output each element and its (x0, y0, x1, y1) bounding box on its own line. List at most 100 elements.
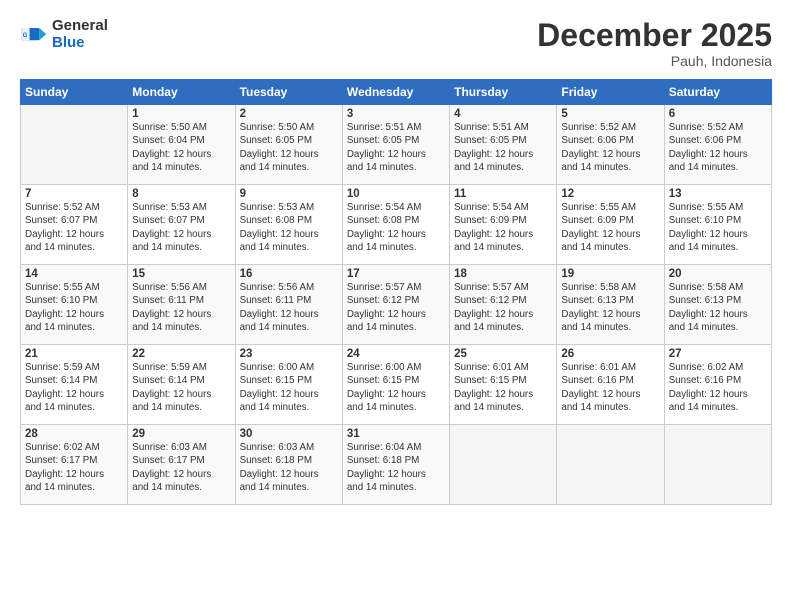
day-info: Sunrise: 5:53 AM Sunset: 6:08 PM Dayligh… (240, 201, 338, 254)
calendar-week-row: 7Sunrise: 5:52 AM Sunset: 6:07 PM Daylig… (21, 185, 772, 265)
title-block: December 2025 Pauh, Indonesia (537, 18, 772, 69)
logo-blue: Blue (52, 35, 108, 52)
location: Pauh, Indonesia (537, 53, 772, 69)
page-header: G General Blue December 2025 Pauh, Indon… (20, 18, 772, 69)
day-number: 14 (25, 268, 123, 280)
table-row: 30Sunrise: 6:03 AM Sunset: 6:18 PM Dayli… (235, 425, 342, 505)
day-number: 12 (561, 188, 659, 200)
table-row: 13Sunrise: 5:55 AM Sunset: 6:10 PM Dayli… (664, 185, 771, 265)
table-row: 26Sunrise: 6:01 AM Sunset: 6:16 PM Dayli… (557, 345, 664, 425)
table-row: 6Sunrise: 5:52 AM Sunset: 6:06 PM Daylig… (664, 105, 771, 185)
logo-general: General (52, 18, 108, 35)
day-number: 1 (132, 108, 230, 120)
table-row: 19Sunrise: 5:58 AM Sunset: 6:13 PM Dayli… (557, 265, 664, 345)
day-number: 18 (454, 268, 552, 280)
day-number: 22 (132, 348, 230, 360)
day-info: Sunrise: 5:54 AM Sunset: 6:09 PM Dayligh… (454, 201, 552, 254)
table-row (664, 425, 771, 505)
day-number: 7 (25, 188, 123, 200)
day-info: Sunrise: 5:51 AM Sunset: 6:05 PM Dayligh… (347, 121, 445, 174)
calendar-week-row: 14Sunrise: 5:55 AM Sunset: 6:10 PM Dayli… (21, 265, 772, 345)
table-row: 17Sunrise: 5:57 AM Sunset: 6:12 PM Dayli… (342, 265, 449, 345)
day-info: Sunrise: 6:03 AM Sunset: 6:17 PM Dayligh… (132, 441, 230, 494)
svg-text:G: G (23, 31, 28, 38)
table-row (450, 425, 557, 505)
day-number: 28 (25, 428, 123, 440)
table-row: 20Sunrise: 5:58 AM Sunset: 6:13 PM Dayli… (664, 265, 771, 345)
table-row: 23Sunrise: 6:00 AM Sunset: 6:15 PM Dayli… (235, 345, 342, 425)
day-number: 6 (669, 108, 767, 120)
day-info: Sunrise: 5:56 AM Sunset: 6:11 PM Dayligh… (132, 281, 230, 334)
col-thursday: Thursday (450, 80, 557, 105)
table-row (21, 105, 128, 185)
calendar-week-row: 1Sunrise: 5:50 AM Sunset: 6:04 PM Daylig… (21, 105, 772, 185)
day-info: Sunrise: 5:56 AM Sunset: 6:11 PM Dayligh… (240, 281, 338, 334)
day-info: Sunrise: 5:50 AM Sunset: 6:05 PM Dayligh… (240, 121, 338, 174)
calendar-table: Sunday Monday Tuesday Wednesday Thursday… (20, 79, 772, 505)
table-row: 8Sunrise: 5:53 AM Sunset: 6:07 PM Daylig… (128, 185, 235, 265)
day-info: Sunrise: 6:02 AM Sunset: 6:16 PM Dayligh… (669, 361, 767, 414)
day-info: Sunrise: 5:55 AM Sunset: 6:10 PM Dayligh… (25, 281, 123, 334)
day-number: 31 (347, 428, 445, 440)
day-number: 5 (561, 108, 659, 120)
day-number: 20 (669, 268, 767, 280)
table-row (557, 425, 664, 505)
day-info: Sunrise: 6:00 AM Sunset: 6:15 PM Dayligh… (347, 361, 445, 414)
day-number: 25 (454, 348, 552, 360)
day-info: Sunrise: 6:00 AM Sunset: 6:15 PM Dayligh… (240, 361, 338, 414)
day-info: Sunrise: 5:54 AM Sunset: 6:08 PM Dayligh… (347, 201, 445, 254)
day-number: 17 (347, 268, 445, 280)
day-number: 8 (132, 188, 230, 200)
day-number: 26 (561, 348, 659, 360)
day-number: 27 (669, 348, 767, 360)
day-info: Sunrise: 5:55 AM Sunset: 6:09 PM Dayligh… (561, 201, 659, 254)
table-row: 15Sunrise: 5:56 AM Sunset: 6:11 PM Dayli… (128, 265, 235, 345)
table-row: 22Sunrise: 5:59 AM Sunset: 6:14 PM Dayli… (128, 345, 235, 425)
day-number: 3 (347, 108, 445, 120)
table-row: 1Sunrise: 5:50 AM Sunset: 6:04 PM Daylig… (128, 105, 235, 185)
table-row: 28Sunrise: 6:02 AM Sunset: 6:17 PM Dayli… (21, 425, 128, 505)
table-row: 25Sunrise: 6:01 AM Sunset: 6:15 PM Dayli… (450, 345, 557, 425)
table-row: 10Sunrise: 5:54 AM Sunset: 6:08 PM Dayli… (342, 185, 449, 265)
logo-text: General Blue (52, 18, 108, 51)
day-info: Sunrise: 6:02 AM Sunset: 6:17 PM Dayligh… (25, 441, 123, 494)
day-info: Sunrise: 5:57 AM Sunset: 6:12 PM Dayligh… (347, 281, 445, 334)
table-row: 18Sunrise: 5:57 AM Sunset: 6:12 PM Dayli… (450, 265, 557, 345)
table-row: 2Sunrise: 5:50 AM Sunset: 6:05 PM Daylig… (235, 105, 342, 185)
day-number: 10 (347, 188, 445, 200)
logo: G General Blue (20, 18, 108, 51)
calendar-week-row: 28Sunrise: 6:02 AM Sunset: 6:17 PM Dayli… (21, 425, 772, 505)
table-row: 21Sunrise: 5:59 AM Sunset: 6:14 PM Dayli… (21, 345, 128, 425)
day-number: 13 (669, 188, 767, 200)
day-info: Sunrise: 5:59 AM Sunset: 6:14 PM Dayligh… (25, 361, 123, 414)
table-row: 7Sunrise: 5:52 AM Sunset: 6:07 PM Daylig… (21, 185, 128, 265)
table-row: 14Sunrise: 5:55 AM Sunset: 6:10 PM Dayli… (21, 265, 128, 345)
day-number: 30 (240, 428, 338, 440)
day-number: 19 (561, 268, 659, 280)
day-info: Sunrise: 5:58 AM Sunset: 6:13 PM Dayligh… (669, 281, 767, 334)
col-monday: Monday (128, 80, 235, 105)
day-info: Sunrise: 6:01 AM Sunset: 6:15 PM Dayligh… (454, 361, 552, 414)
logo-icon: G (20, 21, 48, 49)
day-info: Sunrise: 5:58 AM Sunset: 6:13 PM Dayligh… (561, 281, 659, 334)
day-number: 21 (25, 348, 123, 360)
day-number: 2 (240, 108, 338, 120)
calendar-week-row: 21Sunrise: 5:59 AM Sunset: 6:14 PM Dayli… (21, 345, 772, 425)
day-info: Sunrise: 6:01 AM Sunset: 6:16 PM Dayligh… (561, 361, 659, 414)
day-info: Sunrise: 5:53 AM Sunset: 6:07 PM Dayligh… (132, 201, 230, 254)
day-number: 15 (132, 268, 230, 280)
table-row: 4Sunrise: 5:51 AM Sunset: 6:05 PM Daylig… (450, 105, 557, 185)
day-number: 29 (132, 428, 230, 440)
col-saturday: Saturday (664, 80, 771, 105)
day-number: 23 (240, 348, 338, 360)
table-row: 29Sunrise: 6:03 AM Sunset: 6:17 PM Dayli… (128, 425, 235, 505)
day-info: Sunrise: 5:57 AM Sunset: 6:12 PM Dayligh… (454, 281, 552, 334)
table-row: 31Sunrise: 6:04 AM Sunset: 6:18 PM Dayli… (342, 425, 449, 505)
day-number: 9 (240, 188, 338, 200)
calendar-header-row: Sunday Monday Tuesday Wednesday Thursday… (21, 80, 772, 105)
col-sunday: Sunday (21, 80, 128, 105)
day-info: Sunrise: 5:52 AM Sunset: 6:06 PM Dayligh… (561, 121, 659, 174)
day-number: 24 (347, 348, 445, 360)
table-row: 11Sunrise: 5:54 AM Sunset: 6:09 PM Dayli… (450, 185, 557, 265)
day-info: Sunrise: 5:50 AM Sunset: 6:04 PM Dayligh… (132, 121, 230, 174)
